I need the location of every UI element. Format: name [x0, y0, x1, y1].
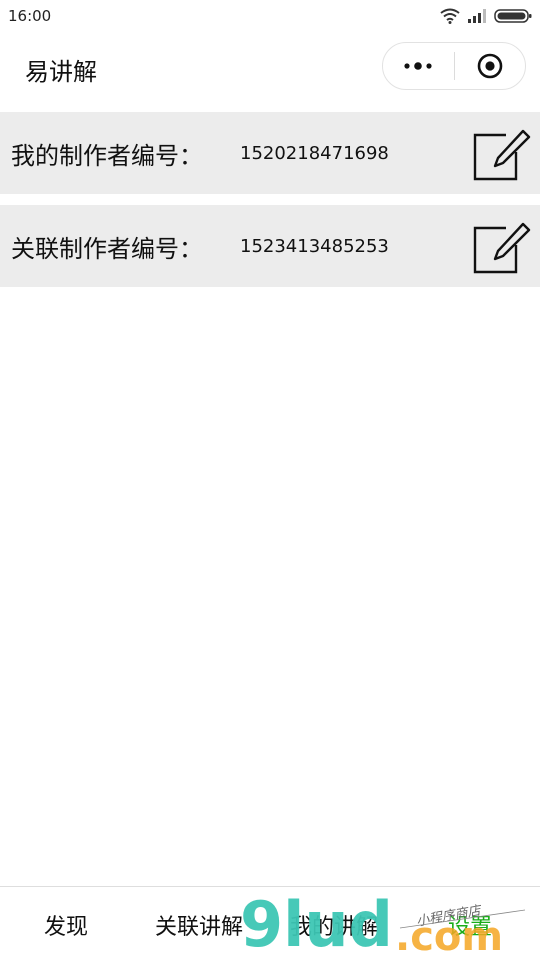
linked-maker-id-value: 1523413485253	[240, 235, 389, 257]
tab-bar: 发现 关联讲解 我的讲解 设置	[0, 886, 540, 960]
maker-id-value: 1520218471698	[240, 142, 389, 164]
linked-maker-id-row: 关联制作者编号： 1523413485253	[0, 205, 540, 287]
maker-id-label: 我的制作者编号：	[11, 141, 203, 170]
linked-maker-id-label: 关联制作者编号：	[11, 234, 203, 263]
status-time: 16:00	[8, 7, 52, 25]
tab-discover[interactable]: 发现	[44, 909, 88, 941]
page-title: 易讲解	[25, 58, 97, 86]
maker-id-row: 我的制作者编号： 1520218471698	[0, 112, 540, 194]
edit-icon[interactable]	[470, 221, 532, 281]
more-dots-icon	[404, 62, 432, 70]
tab-settings[interactable]: 设置	[448, 909, 492, 941]
tab-my-explanations[interactable]: 我的讲解	[290, 909, 378, 941]
close-button[interactable]	[455, 43, 526, 89]
signal-icon	[468, 9, 486, 23]
wifi-icon	[440, 8, 460, 24]
tab-linked-explanations[interactable]: 关联讲解	[155, 909, 243, 941]
edit-icon[interactable]	[470, 128, 532, 188]
close-target-icon	[477, 53, 503, 79]
status-icons	[440, 8, 532, 24]
more-button[interactable]	[383, 43, 454, 89]
battery-icon	[494, 9, 532, 23]
navigation-bar: 易讲解	[0, 32, 540, 102]
status-bar: 16:00	[0, 0, 540, 32]
capsule-menu	[382, 42, 526, 90]
